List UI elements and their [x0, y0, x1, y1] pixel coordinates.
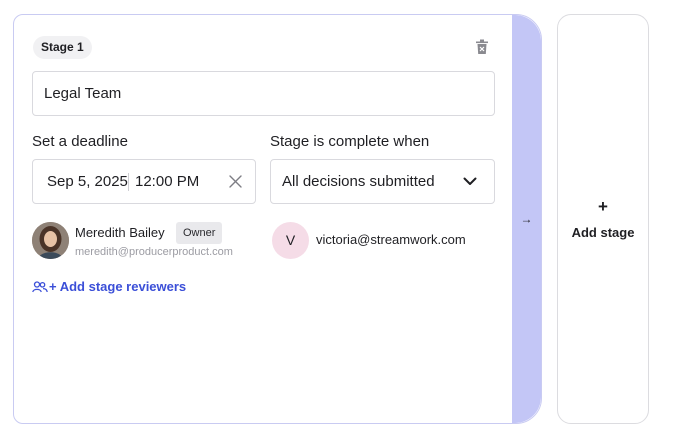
stage-card: Stage 1 Set a deadline Stage is complete… [13, 14, 542, 424]
owner-reviewer: Meredith Bailey Owner meredith@producerp… [32, 222, 260, 260]
owner-email: meredith@producerproduct.com [75, 246, 233, 258]
avatar: V [272, 222, 309, 259]
chevron-down-icon [458, 177, 482, 186]
stage-card-body: Stage 1 Set a deadline Stage is complete… [14, 15, 514, 423]
plus-icon: + [598, 197, 608, 216]
completion-select-value: All decisions submitted [282, 173, 435, 190]
close-icon[interactable] [224, 171, 246, 193]
add-stage-reviewers-button[interactable]: + Add stage reviewers [32, 279, 186, 294]
add-stage-label: Add stage [571, 225, 635, 240]
add-people-icon [32, 280, 48, 293]
deadline-field[interactable]: Sep 5, 2025 12:00 PM [32, 159, 256, 204]
deadline-label: Set a deadline [32, 133, 128, 150]
owner-badge: Owner [176, 222, 223, 244]
deadline-time[interactable]: 12:00 PM [129, 173, 224, 190]
completion-select[interactable]: All decisions submitted [270, 159, 495, 204]
add-stage-button[interactable]: + Add stage [557, 14, 649, 424]
stage-connector[interactable]: → [512, 15, 541, 423]
completion-label: Stage is complete when [270, 133, 430, 150]
add-stage-reviewers-label: + Add stage reviewers [49, 279, 187, 294]
trash-icon[interactable] [475, 39, 489, 55]
reviewer-email: victoria@streamwork.com [316, 232, 466, 247]
avatar [32, 222, 69, 259]
stage-badge: Stage 1 [33, 36, 92, 59]
stage-name-input[interactable] [32, 71, 495, 116]
arrow-right-icon: → [520, 212, 533, 226]
reviewer-item: V victoria@streamwork.com [272, 222, 500, 260]
owner-name: Meredith Bailey [75, 225, 165, 240]
deadline-date[interactable]: Sep 5, 2025 [33, 173, 128, 190]
